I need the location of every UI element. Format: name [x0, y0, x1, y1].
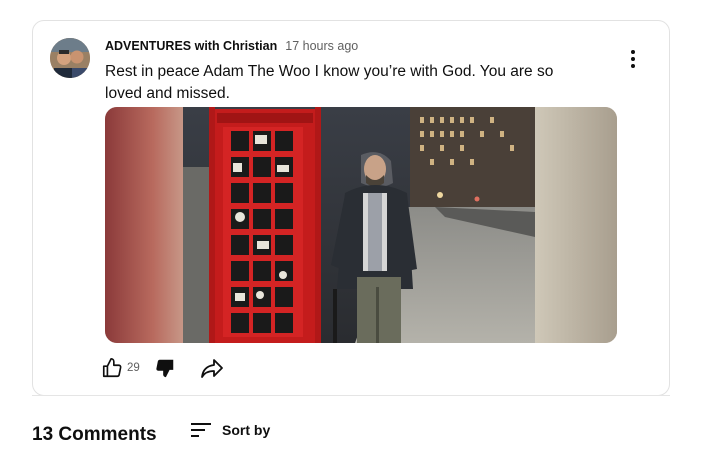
- menu-dot: [631, 64, 635, 68]
- thumbs-down-icon: [156, 359, 174, 378]
- post-timestamp[interactable]: 17 hours ago: [285, 39, 358, 53]
- post-actions: 29: [101, 355, 224, 381]
- post-photo: [105, 107, 617, 343]
- sort-by-button[interactable]: Sort by: [190, 421, 270, 439]
- dislike-button[interactable]: [154, 357, 176, 379]
- post-image[interactable]: [105, 107, 617, 343]
- sort-lines-icon: [191, 423, 211, 437]
- post-header: ADVENTURES with Christian 17 hours ago: [105, 39, 358, 53]
- post-text: Rest in peace Adam The Woo I know you’re…: [105, 63, 554, 102]
- comments-count-heading: 13 Comments: [32, 424, 157, 445]
- like-count: 29: [127, 362, 140, 374]
- avatar[interactable]: [50, 38, 90, 78]
- like-button[interactable]: 29: [101, 357, 140, 379]
- menu-dot: [631, 50, 635, 54]
- share-arrow-icon: [200, 359, 223, 378]
- share-button[interactable]: [200, 357, 224, 379]
- section-divider: [32, 395, 670, 396]
- author-name[interactable]: ADVENTURES with Christian: [105, 39, 277, 53]
- more-actions-icon[interactable]: [621, 47, 645, 71]
- menu-dot: [631, 57, 635, 61]
- thumbs-up-icon: [102, 358, 122, 378]
- community-post-card: ADVENTURES with Christian 17 hours ago R…: [32, 20, 670, 396]
- sort-by-label: Sort by: [222, 422, 271, 438]
